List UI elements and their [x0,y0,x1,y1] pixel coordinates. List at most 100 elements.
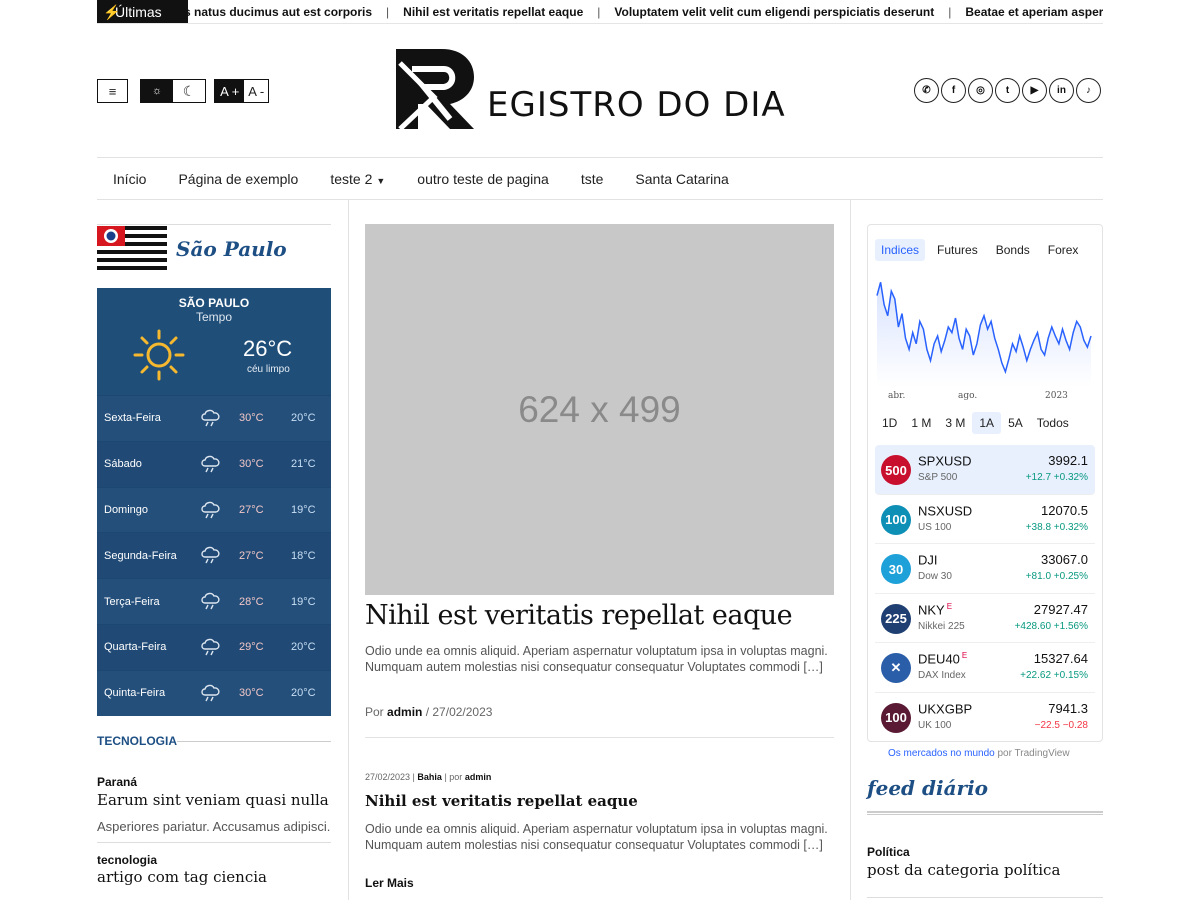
breaking-news-ticker: ⚡ Últimas s natus ducimus aut est corpor… [97,0,1103,24]
theme-toggle[interactable]: ☼ ☾ [140,79,206,103]
range-1m[interactable]: 1 M [904,412,938,434]
range-todos[interactable]: Todos [1030,412,1076,434]
sun-icon[interactable]: ☼ [141,80,173,102]
font-increase-button[interactable]: A + [215,80,245,102]
market-row[interactable]: 30 DJI Dow 30 33067.0 +81.0 +0.25% [875,544,1095,594]
forecast-row: Quinta-Feira 30°C 20°C [97,669,331,716]
rain-cloud-icon [201,501,220,518]
index-name: S&P 500 [918,472,958,483]
range-1d[interactable]: 1D [875,412,904,434]
nav-item-teste-2[interactable]: teste 2 ▼ [314,171,401,187]
ticker-item[interactable]: Nihil est veritatis repellat eaque [403,0,583,23]
divider [97,842,331,843]
post-category[interactable]: Paraná [97,775,137,789]
index-change: +12.7 +0.32% [1025,472,1088,483]
nav-item-outro-teste[interactable]: outro teste de pagina [401,171,565,187]
ticker-item[interactable]: Beatae et aperiam aspernatur adipisci [965,0,1103,23]
post-title[interactable]: post da categoria política [867,861,1060,879]
index-change: +81.0 +0.25% [1025,571,1088,583]
divider [365,737,834,738]
weather-widget: SÃO PAULO Tempo 26°C céu limpo Sexta-Fei… [97,288,331,716]
featured-title[interactable]: Nihil est veritatis repellat eaque [365,600,834,631]
index-value: 7941.3 [1048,700,1088,716]
post-category[interactable]: Política [867,845,910,859]
state-title[interactable]: São Paulo [176,237,287,261]
post-excerpt: Odio unde ea omnis aliquid. Aperiam aspe… [365,822,828,852]
current-weather: 26°C céu limpo [97,326,331,396]
axis-label: abr. [888,391,906,401]
index-name: US 100 [918,521,952,533]
market-footer: Os mercados no mundo por TradingView [888,748,1070,759]
chevron-down-icon: ▼ [376,175,386,186]
twitter-icon[interactable]: t [995,78,1020,103]
ticker-item[interactable]: Voluptatem velit velit cum eligendi pers… [614,0,934,23]
category-link[interactable]: Bahia [417,772,442,782]
whatsapp-icon[interactable]: ✆ [914,78,939,103]
weather-city: SÃO PAULO [178,296,250,310]
menu-button[interactable]: ≡ [97,79,128,103]
nav-item-santa-catarina[interactable]: Santa Catarina [619,171,744,187]
post-category[interactable]: tecnologia [97,853,157,867]
read-more-link[interactable]: Ler Mais [365,876,414,890]
section-title-tecnologia[interactable]: TECNOLOGIA [97,734,331,748]
nav-item-pagina-exemplo[interactable]: Página de exemplo [162,171,314,187]
forecast-row: Sábado 30°C 21°C [97,440,331,487]
tiktok-icon[interactable]: ♪ [1076,78,1101,103]
author-link[interactable]: admin [387,705,422,719]
index-value: 12070.5 [1041,502,1088,518]
site-logo[interactable]: EGISTRO DO DIA [394,47,794,133]
symbol: UKXGBP [918,701,973,717]
range-1a[interactable]: 1A [972,412,1002,434]
index-badge: 30 [881,554,911,585]
market-row[interactable]: 500 SPXUSD S&P 500 3992.1 +12.7 +0.32% [875,445,1095,495]
market-line-chart[interactable] [875,267,1097,387]
index-value: 3992.1 [1048,453,1088,468]
instagram-icon[interactable]: ◎ [968,78,993,103]
moon-icon[interactable]: ☾ [173,80,205,102]
symbol: DJI [918,552,938,568]
post-title[interactable]: artigo com tag ciencia [97,868,267,886]
tab-bonds[interactable]: Bonds [990,239,1036,261]
rain-cloud-icon [201,684,220,702]
divider [867,811,1103,815]
market-row[interactable]: 225 NKY E Nikkei 225 27927.47 +428.60 +1.56% [875,594,1095,644]
facebook-icon[interactable]: f [941,78,966,103]
nav-item-inicio[interactable]: Início [97,171,162,187]
index-badge: 100 [881,702,911,733]
youtube-icon[interactable]: ▶ [1022,78,1047,103]
market-row[interactable]: 100 NSXUSD US 100 12070.5 +38.8 +0.32% [875,495,1095,545]
post-title[interactable]: Earum sint veniam quasi nulla [97,791,329,809]
index-name: Dow 30 [918,571,952,583]
market-row[interactable]: 100 UKXGBP UK 100 7941.3 −22.5 −0.28 [875,693,1095,741]
rain-cloud-icon [201,455,220,473]
nav-item-tste[interactable]: tste [565,171,620,187]
column-divider [348,200,349,900]
ticker-item[interactable]: s natus ducimus aut est corporis [184,0,372,23]
font-size-control: A + A - [214,79,269,103]
forecast-row: Sexta-Feira 30°C 20°C [97,395,331,441]
column-divider [850,200,851,900]
font-decrease-button[interactable]: A - [244,80,268,102]
feed-title[interactable]: feed diário [867,776,988,800]
forecast-list: Sexta-Feira 30°C 20°C Sábado 30°C 21°C D… [97,395,331,716]
rain-cloud-icon [201,592,220,610]
tab-indices[interactable]: Indices [875,239,926,261]
index-change: +22.62 +0.15% [1020,670,1088,682]
sao-paulo-flag-icon [97,226,167,273]
featured-image[interactable]: 624 x 499 [365,224,834,595]
range-3m[interactable]: 3 M [938,412,972,434]
current-temperature: 26°C [243,336,293,361]
index-change: +38.8 +0.32% [1025,521,1088,533]
linkedin-icon[interactable]: in [1049,78,1074,103]
index-value: 15327.64 [1033,651,1088,667]
index-badge: 225 [881,603,911,634]
tab-forex[interactable]: Forex [1042,239,1085,261]
markets-link[interactable]: Os mercados no mundo [888,748,995,759]
range-5a[interactable]: 5A [1001,412,1030,434]
current-condition: céu limpo [247,364,290,375]
tab-futures[interactable]: Futures [931,239,984,261]
market-row[interactable]: ✕ DEU40 E DAX Index 15327.64 +22.62 +0.15% [875,643,1095,693]
post-title[interactable]: Nihil est veritatis repellat eaque [365,792,638,810]
index-value: 27927.47 [1033,601,1088,617]
author-link[interactable]: admin [465,772,492,782]
